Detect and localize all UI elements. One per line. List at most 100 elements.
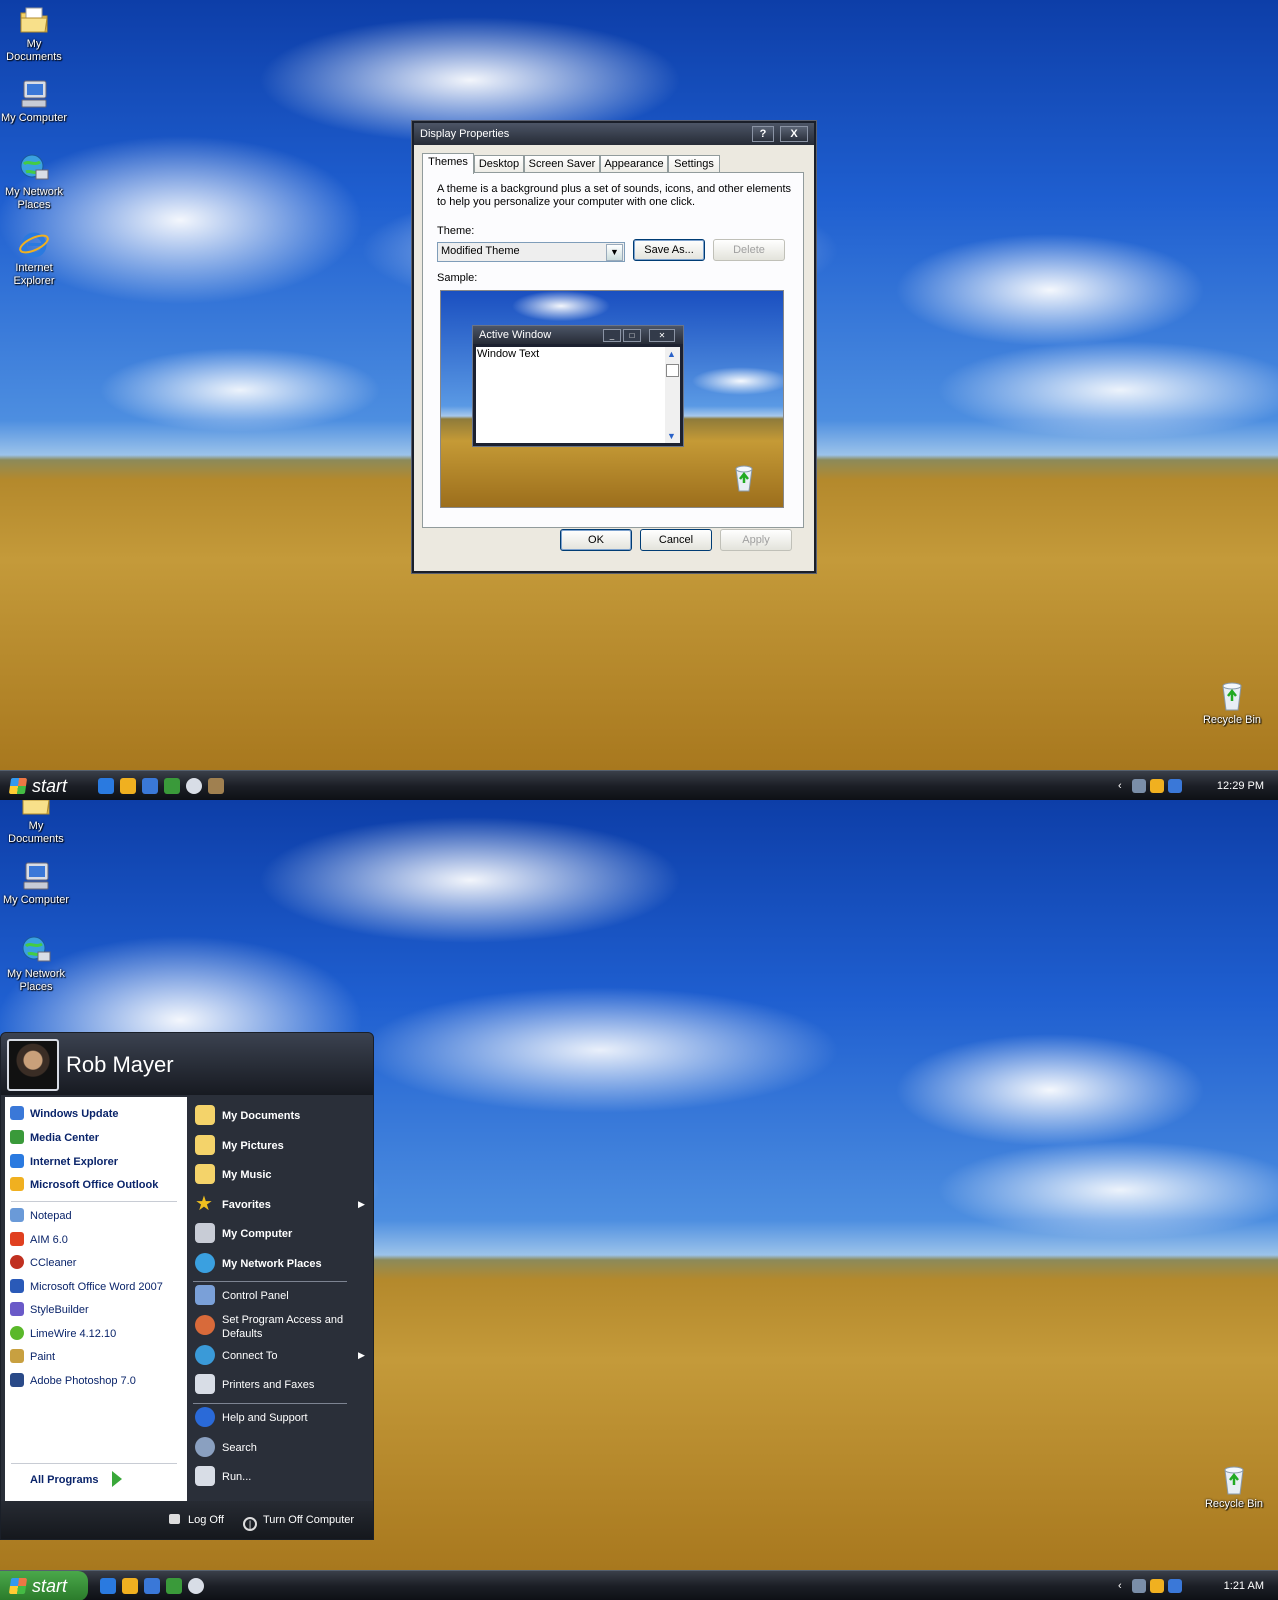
start-button[interactable]: start [0,771,88,800]
outlook-icon[interactable] [120,778,136,794]
my-computer-icon [20,860,52,892]
desktop-icon-my-computer[interactable]: My Computer [2,860,70,907]
program-access-icon [195,1315,215,1335]
show-desktop-icon[interactable] [208,778,224,794]
sample-window-titlebar: Active Window _ □ ✕ [473,326,683,344]
aim-tray-icon[interactable] [1168,779,1182,793]
log-off-label: Log Off [188,1514,224,1526]
clock[interactable]: 1:21 AM [1224,1571,1264,1600]
tab-screen-saver[interactable]: Screen Saver [524,155,600,173]
menu-item-media-center[interactable]: Media Center [10,1129,99,1147]
desktop-icon-internet-explorer[interactable]: Internet Explorer [0,228,68,288]
menu-item-label: My Network Places [222,1258,322,1270]
desktop-icon-label: My Network [6,968,66,980]
my-pictures-icon [195,1135,215,1155]
network-tray-icon[interactable] [1132,1579,1146,1593]
desktop-icon-label: Documents [8,833,64,845]
media-player-icon[interactable] [188,1578,204,1594]
internet-explorer-icon [18,228,50,260]
system-tray: ‹ 1:21 AM [1118,1571,1278,1600]
chevron-down-icon[interactable]: ▼ [606,244,623,261]
internet-explorer-icon[interactable] [98,778,114,794]
internet-explorer-icon[interactable] [100,1578,116,1594]
theme-dropdown[interactable]: Modified Theme ▼ [437,242,625,262]
theme-label: Theme: [437,225,475,237]
log-off-button[interactable]: Log Off [169,1511,224,1529]
desktop-icon-my-documents[interactable]: My Documents [2,800,70,846]
menu-item-label: My Computer [222,1228,293,1240]
menu-item-label: Adobe Photoshop 7.0 [30,1375,136,1387]
close-button[interactable]: X [780,126,808,142]
menu-item-outlook[interactable]: Microsoft Office Outlook [10,1176,158,1194]
menu-item-notepad[interactable]: Notepad [10,1207,72,1225]
menu-item-limewire[interactable]: LimeWire 4.12.10 [10,1325,116,1343]
menu-item-stylebuilder[interactable]: StyleBuilder [10,1301,89,1319]
desktop-icon-my-computer[interactable]: My Computer [0,78,68,125]
tab-appearance[interactable]: Appearance [600,155,668,173]
desktop-top: My Documents My Computer My Network Plac… [0,0,1278,800]
menu-item-label: CCleaner [30,1257,77,1269]
desktop-icon-recycle-bin[interactable]: Recycle Bin [1200,1464,1268,1511]
desktop-icon-label: My Computer [0,112,68,124]
desktop-icon-recycle-bin[interactable]: Recycle Bin [1198,680,1266,727]
aim-tray-icon[interactable] [1168,1579,1182,1593]
clock[interactable]: 12:29 PM [1217,771,1264,800]
menu-item-aim[interactable]: AIM 6.0 [10,1231,68,1249]
media-center-icon[interactable] [164,778,180,794]
media-player-icon[interactable] [186,778,202,794]
desktop-icon-network-places[interactable]: My Network Places [2,934,70,994]
menu-item-paint[interactable]: Paint [10,1348,55,1366]
word-icon[interactable] [142,778,158,794]
dialog-titlebar[interactable]: Display Properties ? X [414,123,814,145]
menu-item-ccleaner[interactable]: CCleaner [10,1254,76,1272]
photoshop-icon [10,1373,24,1387]
help-button[interactable]: ? [752,126,774,142]
menu-item-photoshop[interactable]: Adobe Photoshop 7.0 [10,1372,136,1390]
apply-button[interactable]: Apply [720,529,792,551]
notepad-icon [10,1208,24,1222]
cancel-button[interactable]: Cancel [640,529,712,551]
menu-item-internet-explorer[interactable]: Internet Explorer [10,1153,118,1171]
menu-item-label: Internet Explorer [30,1156,119,1168]
ok-button[interactable]: OK [560,529,632,551]
user-name: Rob Mayer [66,1052,174,1077]
minimize-icon: _ [603,329,621,342]
run-icon [195,1466,215,1486]
all-programs-button[interactable]: All Programs [30,1471,122,1489]
outlook-tray-icon[interactable] [1150,1579,1164,1593]
sample-window-text: Window Text [477,348,540,360]
scroll-thumb [666,364,679,377]
tab-desktop[interactable]: Desktop [474,155,524,173]
limewire-icon [10,1326,24,1340]
tab-settings[interactable]: Settings [668,155,720,173]
avatar[interactable] [7,1039,59,1091]
menu-item-windows-update[interactable]: Windows Update [10,1105,119,1123]
outlook-tray-icon[interactable] [1150,779,1164,793]
word-icon[interactable] [144,1578,160,1594]
network-tray-icon[interactable] [1132,779,1146,793]
sample-active-window: Active Window _ □ ✕ Window Text ▲ ▼ [472,325,684,447]
desktop-icon-network-places[interactable]: My Network Places [0,152,68,212]
taskbar: start ‹ 1:21 AM [0,1570,1278,1600]
menu-separator [11,1463,177,1464]
sample-window-title: Active Window [479,329,552,341]
search-icon [195,1437,215,1457]
desktop-icon-label: Recycle Bin [1204,1498,1264,1510]
media-center-icon[interactable] [166,1578,182,1594]
outlook-icon[interactable] [122,1578,138,1594]
sample-scrollbar: ▲ ▼ [665,347,680,443]
menu-item-word[interactable]: Microsoft Office Word 2007 [10,1278,163,1296]
turn-off-button[interactable]: | Turn Off Computer [243,1511,355,1531]
delete-button[interactable]: Delete [713,239,785,261]
tray-expand-icon[interactable]: ‹ [1118,771,1122,800]
word-icon [10,1279,24,1293]
save-as-button[interactable]: Save As... [633,239,705,261]
start-button[interactable]: start [0,1571,88,1600]
tab-themes[interactable]: Themes [422,153,474,174]
desktop-icon-my-documents[interactable]: My Documents [0,4,68,64]
windows-flag-icon [8,1578,28,1594]
scroll-up-icon: ▲ [667,349,676,359]
menu-item-label: Paint [30,1351,56,1363]
turn-off-label: Turn Off Computer [263,1514,355,1526]
tray-expand-icon[interactable]: ‹ [1118,1571,1122,1600]
